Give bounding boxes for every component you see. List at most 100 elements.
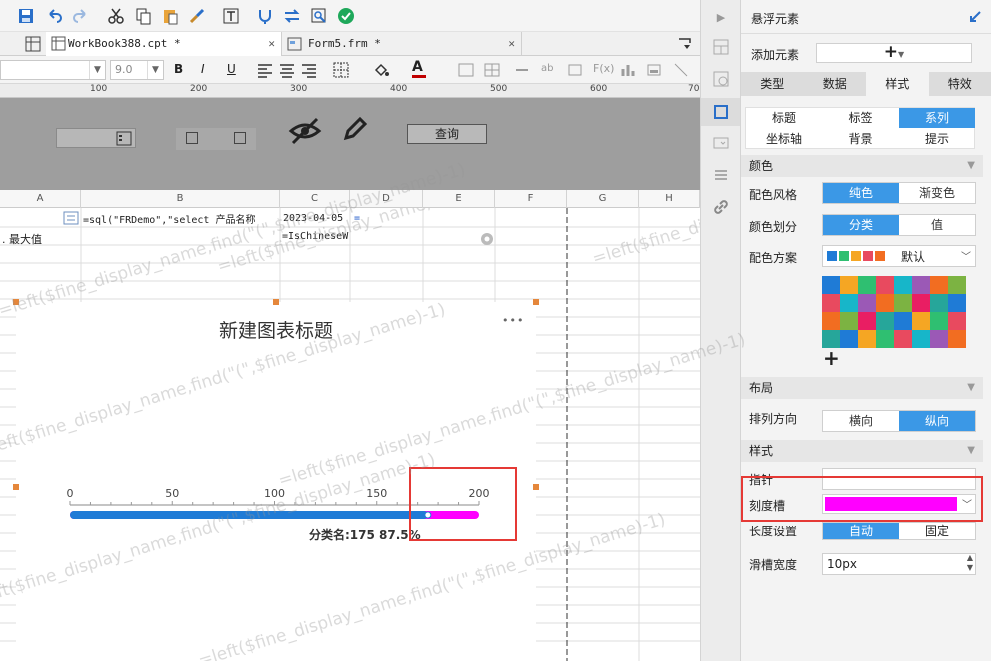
palette-swatch[interactable] [894,276,912,294]
fill-color-icon[interactable] [372,61,390,79]
format-painter-icon[interactable] [188,7,206,25]
query-button[interactable]: 查询 [407,124,487,144]
tab-list-icon[interactable] [676,35,694,53]
palette-swatch[interactable] [894,330,912,348]
calendar-icon[interactable] [115,129,133,147]
palette-swatch[interactable] [840,312,858,330]
copy-icon[interactable] [134,7,152,25]
checkbox[interactable] [186,132,198,144]
connection-icon[interactable] [256,7,274,25]
resize-handle[interactable] [533,299,539,305]
palette-swatch[interactable] [948,330,966,348]
palette-swatch[interactable] [930,294,948,312]
float-element-icon[interactable] [712,103,730,121]
save-icon[interactable] [17,7,35,25]
bold-icon[interactable]: B [174,62,183,76]
italic-icon[interactable]: I [201,62,205,76]
tab-form[interactable]: Form5.frm * ✕ [282,32,522,56]
column-h[interactable]: H [639,190,700,208]
subtab-background[interactable]: 背景 [822,129,899,149]
tab-effect[interactable]: 特效 [929,72,991,96]
tab-style[interactable]: 样式 [866,72,929,96]
palette-swatch[interactable] [840,294,858,312]
cell-b1[interactable]: =sql("FRDemo","select 产品名称 [83,211,273,226]
palette-swatch[interactable] [948,294,966,312]
add-color-icon[interactable]: + [823,346,840,370]
color-palette-grid[interactable] [822,276,966,348]
option-fixed[interactable]: 固定 [899,523,975,539]
date-param-field[interactable] [56,128,136,148]
pencil-icon[interactable] [340,114,370,144]
check-icon[interactable] [337,7,355,25]
spinner-arrows-icon[interactable]: ▲ ▼ [967,553,973,573]
palette-swatch[interactable] [876,312,894,330]
option-value[interactable]: 值 [899,215,975,235]
palette-swatch[interactable] [912,330,930,348]
subtab-label[interactable]: 标签 [822,108,899,128]
redo-icon[interactable] [72,7,90,25]
palette-swatch[interactable] [876,294,894,312]
font-color-icon[interactable]: A [412,59,426,78]
palette-swatch[interactable] [894,294,912,312]
tab-type[interactable]: 类型 [741,72,804,96]
add-element-button[interactable]: +▼ [816,43,972,63]
resize-handle[interactable] [273,299,279,305]
palette-swatch[interactable] [912,294,930,312]
eye-hidden-icon[interactable] [288,116,322,146]
palette-swatch[interactable] [930,330,948,348]
option-solid[interactable]: 纯色 [823,183,899,203]
align-right-icon[interactable] [300,61,318,79]
slot-width-spinner[interactable]: 10px ▲ ▼ [822,553,976,575]
palette-swatch[interactable] [840,330,858,348]
attribute-icon[interactable] [712,70,730,88]
color-section-header[interactable]: 颜色 ▼ [741,155,983,177]
align-left-icon[interactable] [256,61,274,79]
palette-swatch[interactable] [912,312,930,330]
align-center-icon[interactable] [278,61,296,79]
subtab-tooltip[interactable]: 提示 [899,129,975,149]
palette-swatch[interactable] [858,276,876,294]
close-icon[interactable]: ✕ [268,32,275,56]
settings-gear-icon[interactable] [478,230,496,248]
style-section-header[interactable]: 样式 ▼ [741,440,983,462]
column-a[interactable]: A [0,190,81,208]
border-icon[interactable] [332,61,350,79]
option-gradient[interactable]: 渐变色 [899,183,975,203]
font-name-select[interactable]: ▼ [0,60,106,80]
preview-icon[interactable] [310,7,328,25]
underline-icon[interactable]: U [227,62,236,76]
palette-swatch[interactable] [876,330,894,348]
palette-swatch[interactable] [930,312,948,330]
subtab-series[interactable]: 系列 [899,108,975,128]
palette-swatch[interactable] [894,312,912,330]
switch-icon[interactable] [283,7,301,25]
palette-swatch[interactable] [948,312,966,330]
column-f[interactable]: F [495,190,567,208]
grid-menu-icon[interactable] [24,35,42,53]
tab-workbook[interactable]: WorkBook388.cpt * ✕ [46,32,282,56]
subtab-axis[interactable]: 坐标轴 [746,129,822,149]
palette-swatch[interactable] [858,312,876,330]
color-scheme-select[interactable]: 默认 ﹀ [822,245,976,267]
widget-icon[interactable] [712,38,730,56]
option-vertical[interactable]: 纵向 [899,411,975,431]
paste-icon[interactable] [161,7,179,25]
resize-handle[interactable] [533,484,539,490]
palette-swatch[interactable] [948,276,966,294]
widget-setting-icon[interactable] [712,134,730,152]
option-horizontal[interactable]: 横向 [823,411,899,431]
palette-swatch[interactable] [822,276,840,294]
close-icon[interactable]: ✕ [508,32,515,56]
option-auto[interactable]: 自动 [823,523,899,539]
palette-swatch[interactable] [822,312,840,330]
column-b[interactable]: B [81,190,280,208]
palette-swatch[interactable] [876,276,894,294]
checkbox[interactable] [234,132,246,144]
palette-swatch[interactable] [822,294,840,312]
collapse-panel-icon[interactable] [966,8,984,26]
palette-swatch[interactable] [912,276,930,294]
list-icon[interactable] [712,166,730,184]
resize-handle[interactable] [13,484,19,490]
link-icon[interactable] [712,198,730,216]
cell-a2[interactable]: . 最大值 [2,231,42,247]
